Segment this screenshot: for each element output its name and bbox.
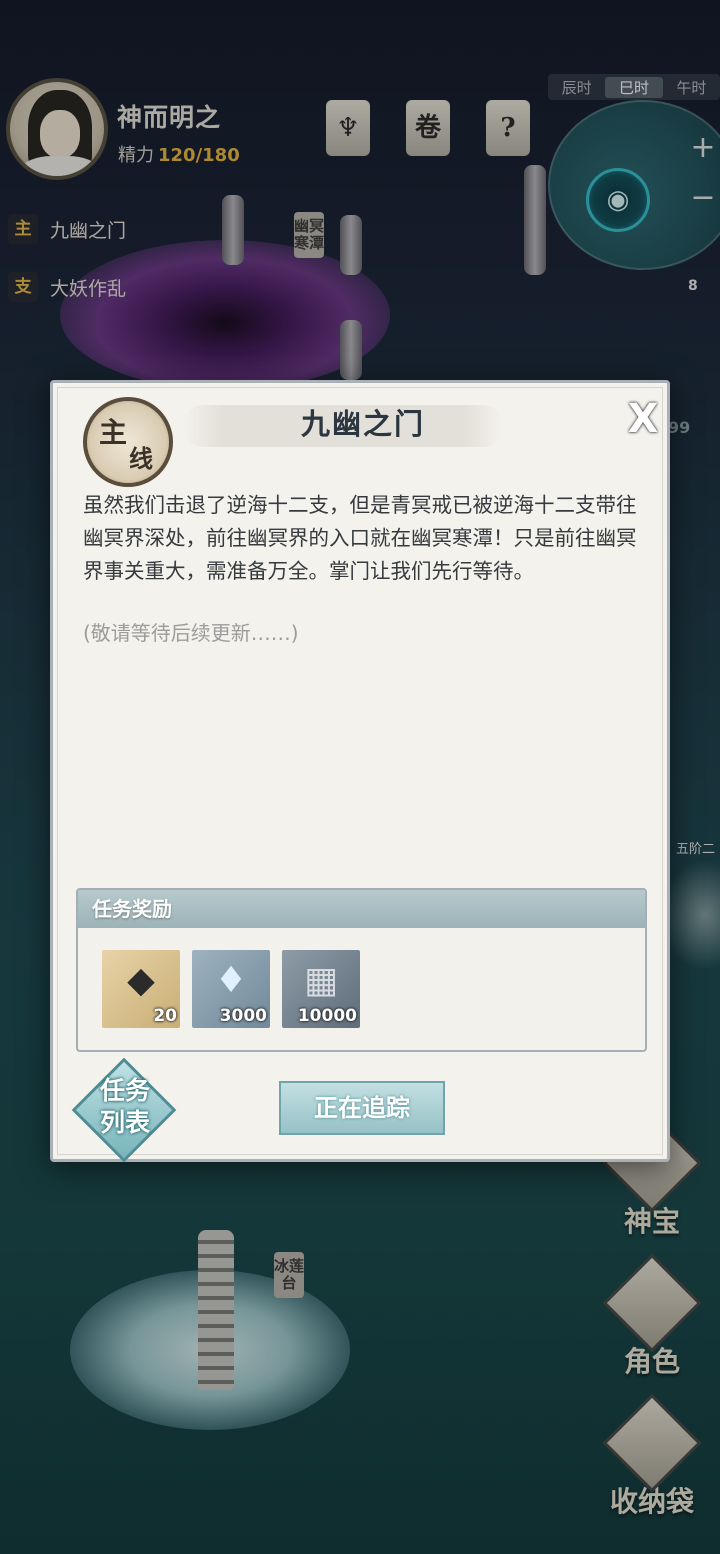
reward-count: 3000 bbox=[219, 1006, 267, 1026]
seal-char-1: 主 bbox=[99, 416, 128, 449]
spirit-stone-icon: ♦ bbox=[214, 960, 248, 1001]
quest-description-note: (敬请等待后续更新……) bbox=[83, 621, 299, 645]
quest-list-label[interactable]: 任务 列表 bbox=[81, 1075, 169, 1139]
reward-item[interactable]: ♦ 3000 bbox=[192, 950, 270, 1028]
reward-item[interactable]: ◆ 20 bbox=[102, 950, 180, 1028]
close-button[interactable]: X bbox=[623, 399, 663, 441]
seal-char-2: 线 bbox=[129, 444, 153, 473]
tracking-button[interactable]: 正在追踪 bbox=[279, 1081, 445, 1135]
modal-title: 九幽之门 bbox=[300, 407, 425, 441]
reward-count: 20 bbox=[153, 1006, 177, 1026]
reward-count: 10000 bbox=[297, 1006, 357, 1026]
main-quest-seal-icon: 主 线 bbox=[83, 397, 173, 487]
reward-item[interactable]: ▦ 10000 bbox=[282, 950, 360, 1028]
quest-detail-modal: 主 线 九幽之门 X 虽然我们击退了逆海十二支，但是青冥戒已被逆海十二支带往幽冥… bbox=[50, 380, 670, 1163]
gold-crystal-icon: ◆ bbox=[127, 960, 155, 1001]
quest-description: 虽然我们击退了逆海十二支，但是青冥戒已被逆海十二支带往幽冥界深处，前往幽冥界的入… bbox=[83, 493, 637, 583]
reward-list: ◆ 20 ♦ 3000 ▦ 10000 bbox=[102, 950, 360, 1028]
reward-panel: 任务奖励 ◆ 20 ♦ 3000 ▦ 10000 bbox=[76, 888, 647, 1052]
quest-list-line-1: 任务 bbox=[99, 1076, 150, 1105]
reward-header: 任务奖励 bbox=[78, 890, 645, 928]
quest-list-line-2: 列表 bbox=[99, 1108, 150, 1137]
scroll-bundle-icon: ▦ bbox=[303, 960, 338, 1001]
